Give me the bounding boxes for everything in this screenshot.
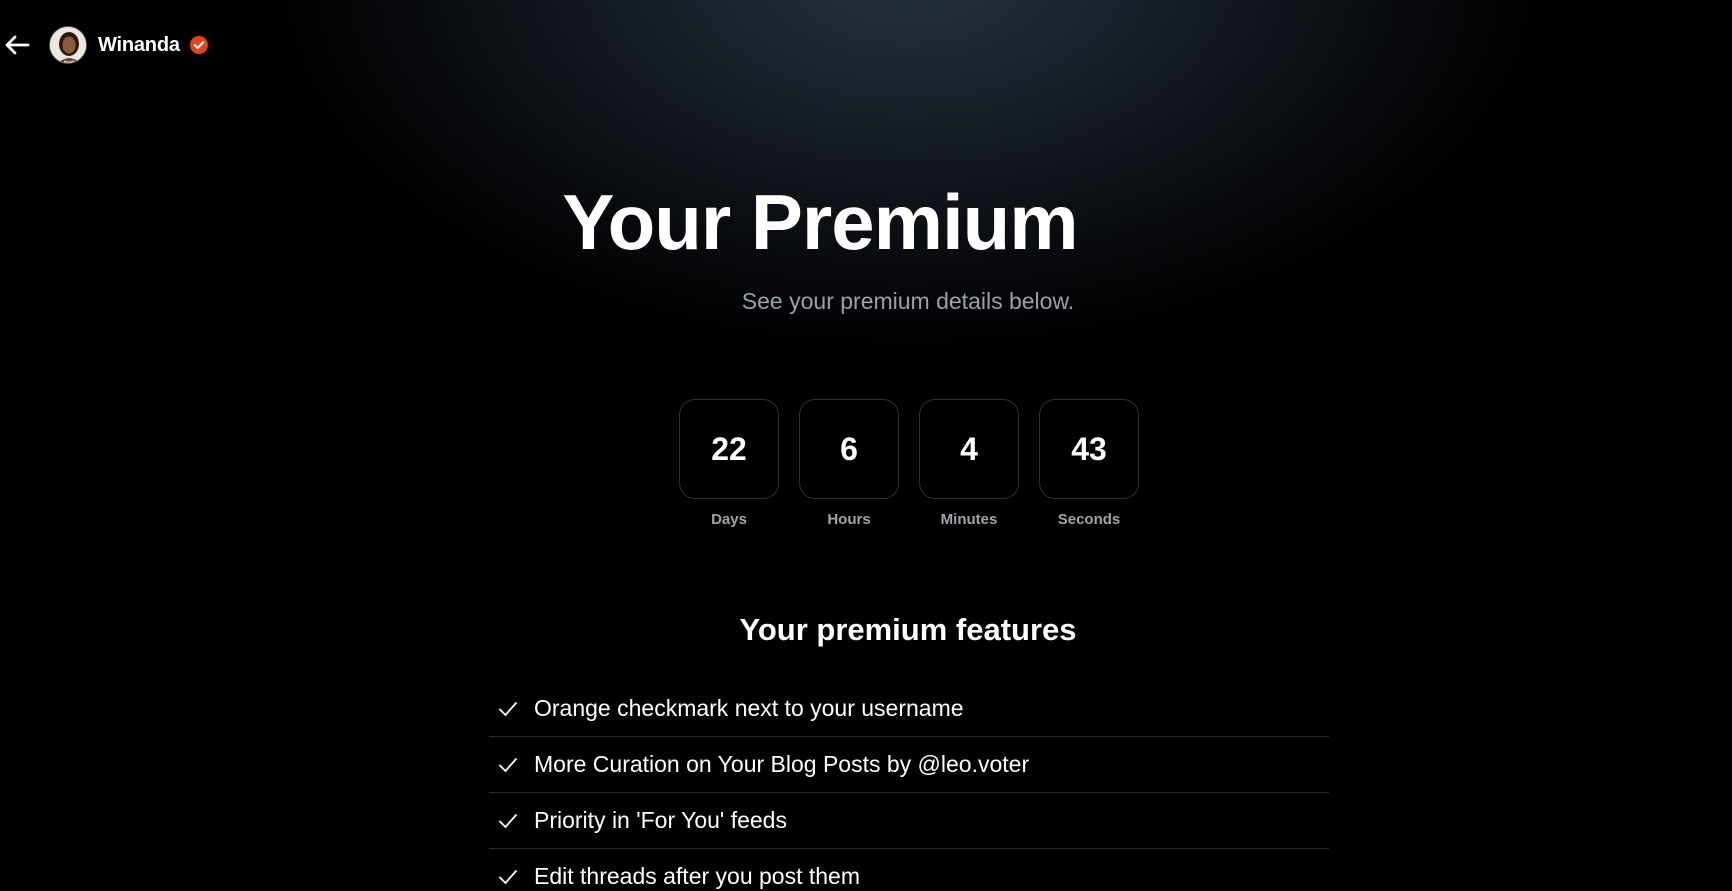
feature-item: Orange checkmark next to your username xyxy=(489,681,1329,737)
back-button[interactable] xyxy=(2,30,32,60)
feature-text: Edit threads after you post them xyxy=(534,863,861,889)
countdown-hours-label: Hours xyxy=(827,511,871,528)
features-heading: Your premium features xyxy=(739,612,1077,647)
countdown-days-label: Days xyxy=(711,511,747,528)
feature-text: Priority in 'For You' feeds xyxy=(534,807,787,833)
countdown-minutes-value: 4 xyxy=(919,399,1019,499)
countdown-seconds-value: 43 xyxy=(1039,399,1139,499)
username[interactable]: Winanda xyxy=(98,34,180,57)
check-icon xyxy=(499,813,517,828)
countdown-days: 22 Days xyxy=(679,399,779,528)
countdown-minutes-label: Minutes xyxy=(940,511,998,528)
countdown-seconds-label: Seconds xyxy=(1057,511,1121,528)
countdown-seconds: 43 Seconds xyxy=(1039,399,1139,528)
page-subtitle: See your premium details below. xyxy=(741,288,1075,314)
check-icon xyxy=(499,757,517,772)
countdown-hours: 6 Hours xyxy=(799,399,899,528)
countdown-days-value: 22 xyxy=(679,399,779,499)
user-avatar-image xyxy=(50,27,86,63)
arrow-left-icon xyxy=(5,35,30,55)
check-icon xyxy=(499,701,517,716)
avatar[interactable] xyxy=(49,26,87,64)
feature-item: More Curation on Your Blog Posts by @leo… xyxy=(489,737,1329,793)
feature-item: Edit threads after you post them xyxy=(489,849,1329,891)
top-bar: Winanda xyxy=(0,22,209,68)
countdown-minutes: 4 Minutes xyxy=(919,399,1019,528)
countdown-timer: 22 Days 6 Hours 4 Minutes 43 Seconds xyxy=(679,399,1139,528)
page-title: Your Premium xyxy=(562,178,1078,266)
countdown-hours-value: 6 xyxy=(799,399,899,499)
features-list: Orange checkmark next to your username M… xyxy=(489,681,1329,891)
verified-badge-icon xyxy=(189,36,208,54)
feature-text: Orange checkmark next to your username xyxy=(534,695,964,721)
check-icon xyxy=(499,869,517,884)
premium-page: Winanda Your Premium See your premium de… xyxy=(0,0,1732,891)
feature-text: More Curation on Your Blog Posts by @leo… xyxy=(534,751,1030,777)
feature-item: Priority in 'For You' feeds xyxy=(489,793,1329,849)
